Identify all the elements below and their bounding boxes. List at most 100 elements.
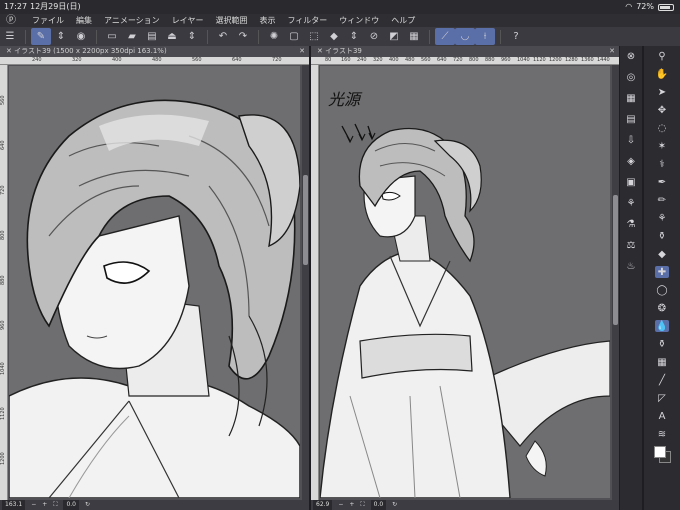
- rotation-value[interactable]: 0.0: [63, 500, 79, 510]
- transform-icon[interactable]: ⬚: [304, 28, 324, 45]
- balloon-icon[interactable]: ◯: [655, 284, 669, 296]
- canvas-tab[interactable]: ✕ イラスト39 ✕: [311, 46, 619, 57]
- close-icon[interactable]: ✕: [299, 46, 305, 57]
- loading-icon[interactable]: ✺: [264, 28, 284, 45]
- clear-icon[interactable]: ▢: [284, 28, 304, 45]
- divider: [25, 29, 26, 44]
- correct-line-icon[interactable]: ≋: [655, 428, 669, 440]
- fit-icon[interactable]: ⛶: [360, 500, 364, 510]
- auto-action-icon[interactable]: ⚘: [624, 197, 638, 209]
- battery-percent: 72%: [636, 2, 654, 11]
- airbrush-icon[interactable]: ⚱: [655, 230, 669, 242]
- magic-wand-icon[interactable]: ✶: [655, 140, 669, 152]
- history-icon[interactable]: ◈: [624, 155, 638, 167]
- status-right: ◠ 72%: [625, 0, 674, 14]
- zoom-value[interactable]: 62.9: [313, 500, 333, 510]
- menu-file[interactable]: ファイル: [32, 14, 64, 27]
- stepper-icon[interactable]: ⇕: [344, 28, 364, 45]
- pen-tool-icon[interactable]: ✎: [31, 28, 51, 45]
- material-icon[interactable]: ⇩: [624, 134, 638, 146]
- zoom-in-icon[interactable]: +: [42, 500, 47, 510]
- zoom-out-icon[interactable]: −: [31, 500, 36, 510]
- artwork-canvas-full[interactable]: 光源: [320, 66, 610, 498]
- color-wheel-icon[interactable]: ⚗: [624, 218, 638, 230]
- canvas-tab[interactable]: ✕ イラスト39 (1500 x 2200px 350dpi 163.1%) ✕: [0, 46, 309, 57]
- pencil-icon[interactable]: ✏: [655, 194, 669, 206]
- properties-icon[interactable]: ▤: [624, 113, 638, 125]
- snap-ruler-icon[interactable]: ⟋: [435, 28, 455, 45]
- select-icon[interactable]: ⊘: [364, 28, 384, 45]
- lasso-icon[interactable]: ◌: [655, 122, 669, 134]
- navigator-icon[interactable]: ⊗: [624, 50, 638, 62]
- gradient-icon[interactable]: ▦: [655, 356, 669, 368]
- fill-icon[interactable]: ◆: [324, 28, 344, 45]
- battery-icon: [658, 3, 674, 11]
- zoom-in-icon[interactable]: +: [349, 500, 354, 510]
- decoration-icon[interactable]: ✚: [655, 266, 669, 278]
- figure-icon[interactable]: ╱: [655, 374, 669, 386]
- layer-search-icon[interactable]: ▣: [624, 176, 638, 188]
- menu-filter[interactable]: フィルター: [287, 14, 327, 27]
- operation-icon[interactable]: ➤: [655, 86, 669, 98]
- hand-icon[interactable]: ✋: [655, 68, 669, 80]
- ruler-vertical: [311, 65, 319, 500]
- rotate-icon[interactable]: ↻: [392, 500, 397, 510]
- artwork-canvas-closeup[interactable]: [9, 66, 300, 498]
- export-icon[interactable]: ⏏: [162, 28, 182, 45]
- undo-icon[interactable]: ↶: [213, 28, 233, 45]
- tab-close-small-icon[interactable]: ✕: [317, 47, 325, 55]
- new-file-icon[interactable]: ▭: [102, 28, 122, 45]
- bucket-icon[interactable]: ⚱: [655, 338, 669, 350]
- menu-icon[interactable]: ☰: [0, 28, 20, 45]
- help-icon[interactable]: ?: [506, 28, 526, 45]
- color-swatch[interactable]: [654, 446, 671, 463]
- command-bar: ☰ ✎ ⇕ ◉ ▭ ▰ ▤ ⏏ ⇕ ↶ ↷ ✺ ▢ ⬚ ◆ ⇕ ⊘ ◩ ▦ ⟋ …: [0, 27, 680, 46]
- layers-icon[interactable]: ▦: [624, 92, 638, 104]
- rotation-value[interactable]: 0.0: [370, 500, 387, 510]
- fit-icon[interactable]: ⛶: [53, 500, 57, 510]
- zoom-out-icon[interactable]: −: [338, 500, 343, 510]
- save-icon[interactable]: ▤: [142, 28, 162, 45]
- vertical-scrollbar[interactable]: [612, 65, 619, 500]
- app-logo-icon[interactable]: ⓟ: [0, 14, 22, 27]
- frame-icon[interactable]: ◸: [655, 392, 669, 404]
- snap-curve-icon[interactable]: ◡: [455, 28, 475, 45]
- ruler-label: 800: [469, 57, 479, 63]
- move-layer-icon[interactable]: ✥: [655, 104, 669, 116]
- eraser-icon[interactable]: ◆: [655, 248, 669, 260]
- fill-icon[interactable]: 💧: [655, 320, 669, 332]
- sub-view-icon[interactable]: ◎: [624, 71, 638, 83]
- hide-icon[interactable]: ▦: [404, 28, 424, 45]
- blend-icon[interactable]: ❂: [655, 302, 669, 314]
- stepper-icon[interactable]: ⇕: [51, 28, 71, 45]
- color-set-icon[interactable]: ⚖: [624, 239, 638, 251]
- redo-icon[interactable]: ↷: [233, 28, 253, 45]
- scrollbar-thumb[interactable]: [303, 175, 308, 265]
- snap-guide-icon[interactable]: ⟊: [475, 28, 495, 45]
- pen-icon[interactable]: ✒: [655, 176, 669, 188]
- menu-layer[interactable]: レイヤー: [172, 14, 204, 27]
- invert-icon[interactable]: ◩: [384, 28, 404, 45]
- menu-animation[interactable]: アニメーション: [104, 14, 160, 27]
- zoom-value[interactable]: 163.1: [2, 500, 26, 510]
- vertical-scrollbar[interactable]: [302, 65, 309, 500]
- canvas-window-left: ✕ イラスト39 (1500 x 2200px 350dpi 163.1%) ✕…: [0, 46, 309, 510]
- menu-help[interactable]: ヘルプ: [391, 14, 415, 27]
- record-icon[interactable]: ◉: [71, 28, 91, 45]
- text-icon[interactable]: A: [655, 410, 669, 422]
- intermediate-color-icon[interactable]: ♨: [624, 260, 638, 272]
- menu-view[interactable]: 表示: [259, 14, 275, 27]
- open-folder-icon[interactable]: ▰: [122, 28, 142, 45]
- scrollbar-thumb[interactable]: [613, 195, 618, 325]
- zoom-icon[interactable]: ⚲: [655, 50, 669, 62]
- rotate-icon[interactable]: ↻: [85, 500, 90, 510]
- brush-icon[interactable]: ⚘: [655, 212, 669, 224]
- menu-selection[interactable]: 選択範囲: [215, 14, 247, 27]
- foreground-color[interactable]: [654, 446, 666, 458]
- menu-edit[interactable]: 編集: [76, 14, 92, 27]
- eyedropper-icon[interactable]: ⚕: [655, 158, 669, 170]
- stepper-icon[interactable]: ⇕: [182, 28, 202, 45]
- menu-window[interactable]: ウィンドウ: [339, 14, 379, 27]
- close-icon[interactable]: ✕: [609, 46, 615, 57]
- tab-close-small-icon[interactable]: ✕: [6, 47, 14, 55]
